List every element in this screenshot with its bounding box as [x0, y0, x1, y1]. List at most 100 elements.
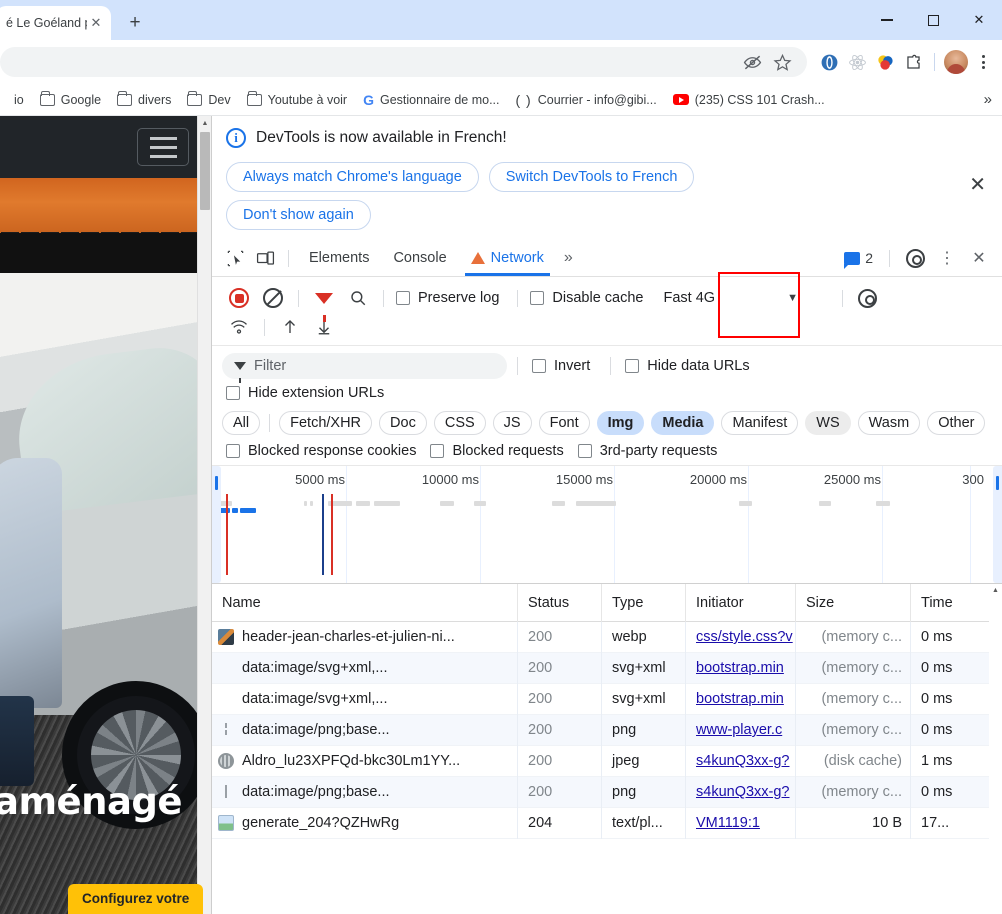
chip-img[interactable]: Img [596, 411, 645, 435]
react-devtools-icon[interactable] [845, 50, 869, 74]
initiator-link[interactable]: VM1119:1 [696, 815, 760, 831]
new-tab-button[interactable]: + [121, 9, 149, 37]
bookmarks-overflow-button[interactable]: » [984, 91, 992, 108]
opera-touch-icon[interactable] [817, 50, 841, 74]
cell-name[interactable]: data:image/png;base... [212, 715, 517, 746]
chip-media[interactable]: Media [651, 411, 715, 435]
cell-initiator[interactable]: bootstrap.min [685, 683, 795, 715]
preserve-log-checkbox[interactable]: Preserve log [392, 290, 509, 306]
initiator-link[interactable]: s4kunQ3xx-g? [696, 753, 790, 769]
overview-right-handle[interactable] [993, 466, 1002, 583]
chevron-down-icon[interactable]: ▼ [787, 292, 798, 304]
record-stop-icon[interactable] [222, 284, 256, 312]
checkbox-box[interactable] [226, 386, 240, 400]
checkbox-box[interactable] [226, 444, 240, 458]
close-icon[interactable]: ✕ [969, 172, 986, 197]
third-party-requests-checkbox[interactable]: 3rd-party requests [574, 443, 728, 459]
clear-icon[interactable] [256, 284, 290, 312]
chip-fetch-xhr[interactable]: Fetch/XHR [279, 411, 373, 435]
hero-cta-button[interactable]: Configurez votre [68, 884, 204, 914]
checkbox-box[interactable] [625, 359, 640, 373]
bookmark-item[interactable]: divers [109, 87, 179, 113]
checkbox-box[interactable] [396, 291, 410, 305]
initiator-link[interactable]: css/style.css?v [696, 629, 793, 645]
initiator-link[interactable]: bootstrap.min [696, 660, 784, 676]
bookmark-item[interactable]: ( ) Courrier - info@gibi... [508, 87, 665, 113]
tab-network[interactable]: Network [459, 240, 556, 276]
inspect-element-icon[interactable] [220, 243, 250, 273]
network-conditions-icon[interactable] [222, 313, 256, 341]
cell-name[interactable]: data:image/png;base... [212, 777, 517, 808]
cell-initiator[interactable]: VM1119:1 [685, 807, 795, 839]
column-header-size[interactable]: Size [795, 583, 910, 622]
cell-initiator[interactable]: css/style.css?v [685, 621, 795, 653]
hide-extension-urls-checkbox[interactable]: Hide extension URLs [222, 385, 394, 401]
bookmark-item[interactable]: G Gestionnaire de mo... [355, 87, 507, 113]
avatar[interactable] [944, 50, 968, 74]
device-toolbar-icon[interactable] [250, 243, 280, 273]
initiator-link[interactable]: bootstrap.min [696, 691, 784, 707]
chip-wasm[interactable]: Wasm [857, 411, 921, 435]
cell-name[interactable]: header-jean-charles-et-julien-ni... [212, 622, 517, 653]
page-scrollbar[interactable]: ▲ [197, 116, 211, 914]
column-header-initiator[interactable]: Initiator [685, 583, 795, 622]
message-count-badge[interactable]: 2 [844, 250, 873, 269]
checkbox-box[interactable] [532, 359, 546, 373]
switch-to-french-button[interactable]: Switch DevTools to French [488, 162, 695, 192]
throttling-select[interactable]: Fast 4G [653, 288, 725, 308]
column-header-type[interactable]: Type [601, 583, 685, 622]
disable-cache-checkbox[interactable]: Disable cache [526, 290, 653, 306]
cell-name[interactable]: data:image/svg+xml,... [212, 684, 517, 715]
cell-initiator[interactable]: bootstrap.min [685, 652, 795, 684]
gear-icon[interactable] [900, 243, 930, 273]
table-row[interactable]: Aldro_lu23XPFQd-bkc30Lm1YY... 200 jpeg s… [212, 745, 1002, 777]
eye-off-icon[interactable] [737, 48, 767, 76]
bookmark-item[interactable]: (235) CSS 101 Crash... [665, 87, 833, 113]
table-row[interactable]: data:image/svg+xml,... 200 svg+xml boots… [212, 683, 1002, 715]
network-overview-timeline[interactable]: 5000 ms 10000 ms 15000 ms 20000 ms 25000… [212, 466, 1002, 584]
maximize-button[interactable] [910, 0, 956, 40]
cell-initiator[interactable]: s4kunQ3xx-g? [685, 776, 795, 808]
dont-show-again-button[interactable]: Don't show again [226, 200, 371, 230]
chip-js[interactable]: JS [492, 411, 532, 435]
table-row[interactable]: header-jean-charles-et-julien-ni... 200 … [212, 621, 1002, 653]
checkbox-box[interactable] [577, 444, 592, 458]
cell-name[interactable]: data:image/svg+xml,... [212, 653, 517, 684]
browser-menu-button[interactable] [972, 49, 994, 75]
scroll-up-icon[interactable]: ▲ [198, 116, 211, 130]
column-header-status[interactable]: Status [517, 583, 601, 622]
search-icon[interactable] [341, 284, 375, 312]
table-row[interactable]: generate_204?QZHwRg 204 text/pl... VM111… [212, 807, 1002, 839]
table-row[interactable]: data:image/png;base... 200 png s4kunQ3xx… [212, 776, 1002, 808]
close-window-button[interactable]: ✕ [956, 0, 1002, 40]
import-har-icon[interactable] [273, 313, 307, 341]
close-icon[interactable]: ✕ [87, 14, 105, 32]
column-header-name[interactable]: Name [212, 584, 517, 622]
bookmark-item[interactable]: io [6, 87, 32, 113]
close-devtools-icon[interactable]: ✕ [964, 243, 994, 273]
initiator-link[interactable]: www-player.c [696, 722, 782, 738]
cell-initiator[interactable]: www-player.c [685, 714, 795, 746]
more-tabs-button[interactable]: » [556, 249, 581, 267]
blocked-response-cookies-checkbox[interactable]: Blocked response cookies [222, 443, 426, 459]
browser-tab[interactable]: é Le Goéland pa ✕ [0, 6, 111, 40]
chip-font[interactable]: Font [538, 411, 590, 435]
filter-input[interactable]: Filter [222, 353, 507, 383]
checkbox-box[interactable] [430, 444, 445, 458]
table-row[interactable]: data:image/png;base... 200 png www-playe… [212, 714, 1002, 746]
chip-doc[interactable]: Doc [379, 411, 427, 435]
minimize-button[interactable] [864, 0, 910, 40]
chip-css[interactable]: CSS [433, 411, 486, 435]
bookmark-item[interactable]: Dev [179, 87, 238, 113]
colorzilla-icon[interactable] [873, 50, 897, 74]
scrollbar-thumb[interactable] [200, 132, 210, 210]
bookmark-item[interactable]: Youtube à voir [239, 87, 355, 113]
initiator-link[interactable]: s4kunQ3xx-g? [696, 784, 790, 800]
table-scrollbar[interactable]: ▲ [989, 584, 1002, 914]
tab-console[interactable]: Console [381, 240, 458, 276]
cell-initiator[interactable]: s4kunQ3xx-g? [685, 745, 795, 777]
network-settings-gear-icon[interactable] [851, 284, 885, 312]
chip-other[interactable]: Other [927, 411, 986, 435]
invert-checkbox[interactable]: Invert [528, 358, 600, 374]
checkbox-box[interactable] [530, 291, 545, 305]
